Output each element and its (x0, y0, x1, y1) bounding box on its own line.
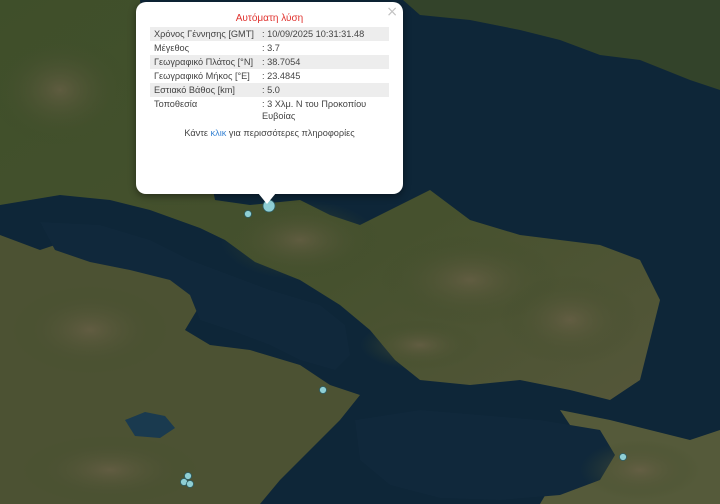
table-row: Εστιακό Βάθος [km]: 5.0 (150, 83, 389, 97)
earthquake-marker[interactable] (319, 386, 327, 394)
table-row: Μέγεθος : 3.7 (150, 41, 389, 55)
row-label: Τοποθεσία (154, 99, 198, 109)
popup-title: Αυτόματη λύση (235, 13, 304, 24)
table-row: Χρόνος Γέννησης [GMT]: 10/09/2025 10:31:… (150, 27, 389, 41)
row-label: Γεωγραφικό Μήκος [°E] (154, 71, 250, 81)
table-row: Γεωγραφικό Μήκος [°E] : 23.4845 (150, 69, 389, 83)
earthquake-marker[interactable] (244, 210, 252, 218)
row-label: Μέγεθος (154, 43, 190, 53)
table-row: Γεωγραφικό Πλάτος [°N]: 38.7054 (150, 55, 389, 69)
event-info-table: Χρόνος Γέννησης [GMT]: 10/09/2025 10:31:… (150, 27, 389, 123)
more-info-link[interactable]: κλικ (211, 128, 227, 138)
mountain (220, 200, 380, 280)
event-popup: × Αυτόματη λύση Χρόνος Γέννησης [GMT]: 1… (136, 2, 403, 194)
mountain (360, 320, 480, 370)
more-info-line: Κάντε κλικ για περισσότερες πληροφορίες (150, 127, 389, 139)
earthquake-marker[interactable] (186, 480, 194, 488)
mountain (10, 285, 170, 375)
row-label: Γεωγραφικό Πλάτος [°N] (150, 55, 258, 69)
row-value: : 10/09/2025 10:31:31.48 (258, 27, 389, 41)
row-label: Εστιακό Βάθος [km] (150, 83, 258, 97)
row-value: : 3 Χλμ. Ν του Προκοπίου Ευβοίας (262, 99, 367, 121)
row-value: : 3.7 (262, 43, 280, 53)
mountain (500, 275, 640, 365)
row-value: : 23.4845 (262, 71, 301, 81)
mountain (20, 435, 200, 504)
row-value: : 38.7054 (258, 55, 389, 69)
more-prefix: Κάντε (184, 128, 211, 138)
mountain (580, 440, 700, 500)
earthquake-marker[interactable] (619, 453, 627, 461)
popup-pointer (258, 193, 276, 204)
table-row: Τοποθεσία : 3 Χλμ. Ν του Προκοπίου Ευβοία… (150, 97, 389, 123)
row-value: : 5.0 (258, 83, 389, 97)
row-label: Χρόνος Γέννησης [GMT] (150, 27, 258, 41)
more-suffix: για περισσότερες πληροφορίες (226, 128, 355, 138)
close-icon[interactable]: × (386, 4, 398, 20)
